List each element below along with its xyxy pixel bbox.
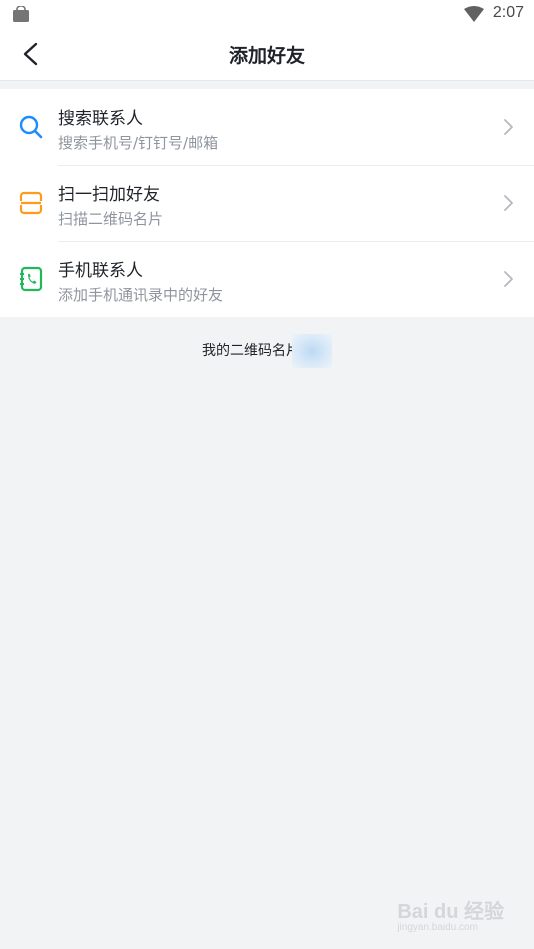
search-contacts-item[interactable]: 搜索联系人 搜索手机号/钉钉号/邮箱 (0, 89, 534, 165)
watermark-brand: Bai du 经验 (397, 901, 504, 923)
phone-contacts-item[interactable]: 手机联系人 添加手机通讯录中的好友 (0, 241, 534, 317)
status-time: 2:07 (492, 4, 524, 21)
chevron-right-icon (504, 195, 513, 211)
chevron-right-icon (504, 119, 513, 135)
scan-icon (19, 191, 43, 215)
item-subtitle: 扫描二维码名片 (58, 210, 164, 228)
item-subtitle: 搜索手机号/钉钉号/邮箱 (58, 134, 219, 152)
search-icon (19, 115, 43, 139)
watermark-url: jingyan.baidu.com (397, 922, 478, 933)
add-friend-options: 搜索联系人 搜索手机号/钉钉号/邮箱 扫一扫加好友 扫描二维码名片 手机联系人 … (0, 89, 534, 317)
item-label: 扫一扫加好友 (58, 185, 160, 205)
status-bar: 2:07 (0, 0, 534, 28)
bag-icon (13, 6, 29, 22)
nav-divider (0, 80, 534, 81)
scan-add-friend-item[interactable]: 扫一扫加好友 扫描二维码名片 (0, 165, 534, 241)
item-subtitle: 添加手机通讯录中的好友 (58, 286, 224, 304)
my-qr-card-link[interactable]: 我的二维码名片 (0, 334, 534, 368)
item-label: 手机联系人 (58, 261, 143, 281)
phone-contacts-icon (20, 266, 43, 292)
qr-link-label: 我的二维码名片 (202, 343, 300, 359)
item-label: 搜索联系人 (58, 109, 143, 129)
watermark: Bai du 经验 jingyan.baidu.com (397, 895, 504, 933)
qr-thumbnail-blur (292, 334, 332, 368)
nav-bar: 添加好友 (0, 28, 534, 80)
wifi-icon (464, 6, 484, 22)
chevron-right-icon (504, 271, 513, 287)
page-title: 添加好友 (228, 45, 305, 67)
